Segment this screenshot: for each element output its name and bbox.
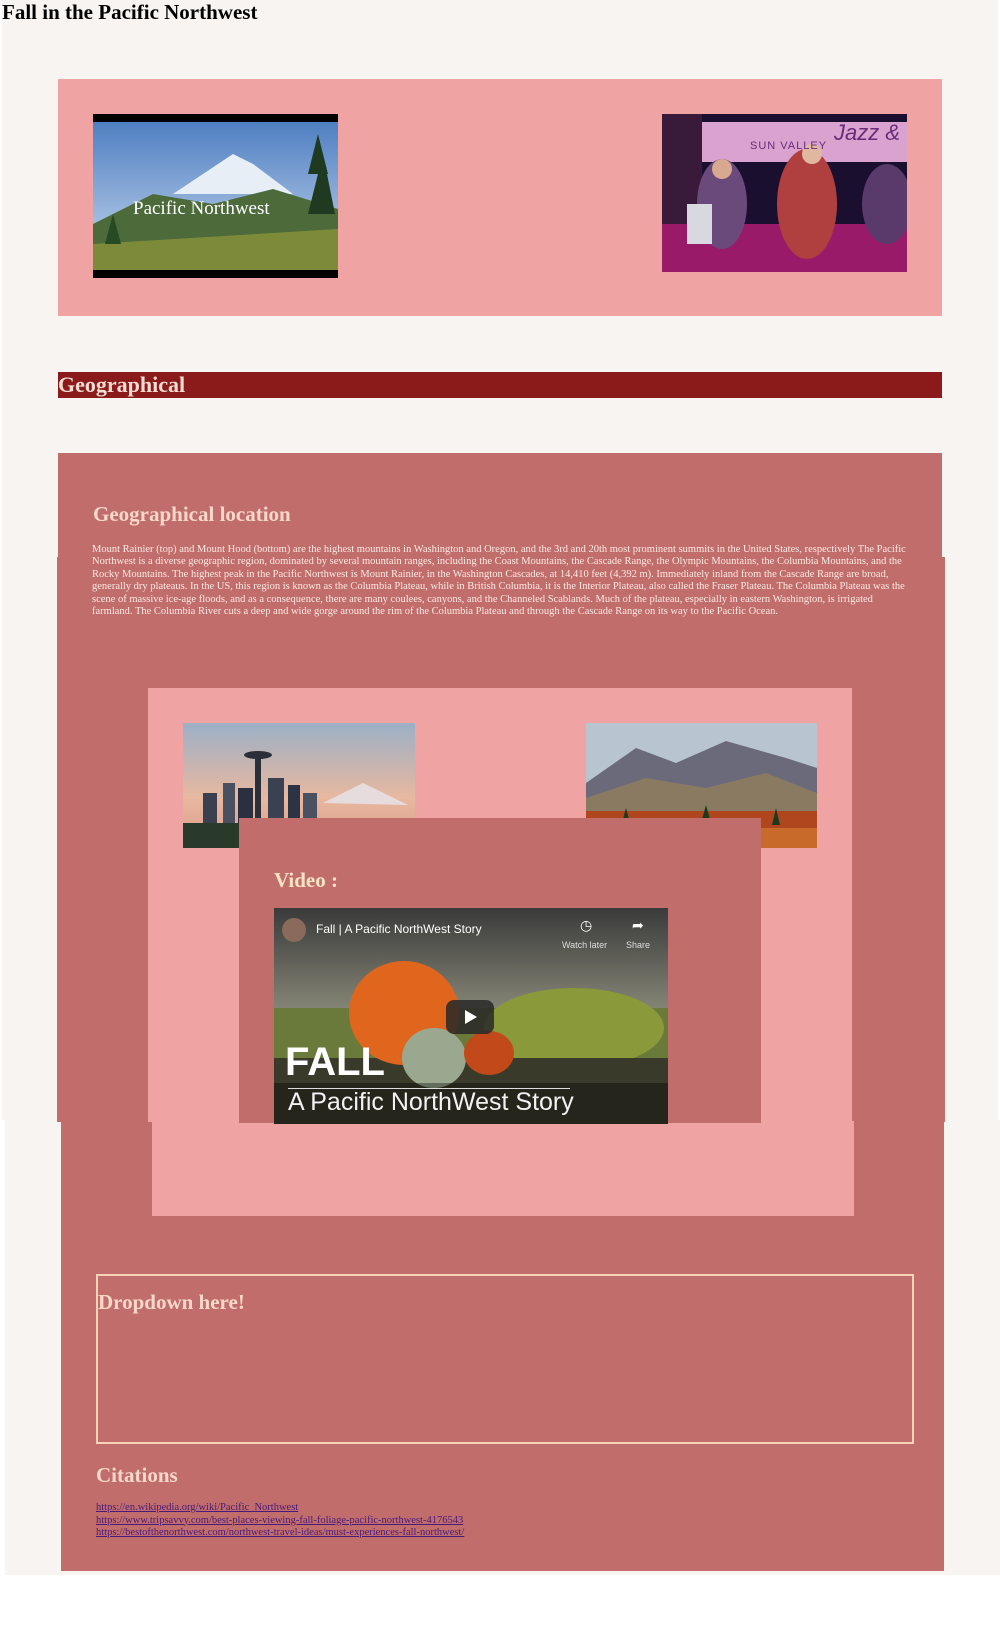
citation-link-wikipedia[interactable]: https://en.wikipedia.org/wiki/Pacific_No… <box>96 1502 464 1515</box>
clock-icon[interactable]: ◷ <box>580 918 592 935</box>
gallery-frame-lower <box>152 1121 854 1216</box>
page-title: Fall in the Pacific Northwest <box>2 0 258 24</box>
share-icon[interactable]: ➦ <box>632 918 644 935</box>
geographical-paragraph: Mount Rainier (top) and Mount Hood (bott… <box>92 544 906 618</box>
watch-later-button[interactable]: Watch later <box>562 940 607 950</box>
video-overlay-subtitle: A Pacific NorthWest Story <box>288 1088 574 1116</box>
citation-link-bestofthenorthwest[interactable]: https://bestofthenorthwest.com/northwest… <box>96 1527 464 1540</box>
citations-list: https://en.wikipedia.org/wiki/Pacific_No… <box>96 1502 464 1540</box>
photo-caption: Pacific Northwest <box>133 198 270 219</box>
jazz-sign-subtext: SUN VALLEY <box>750 140 828 152</box>
video-label: Video : <box>274 868 338 892</box>
video-overlay-title: FALL <box>285 1040 385 1084</box>
dropdown-label[interactable]: Dropdown here! <box>98 1290 245 1315</box>
citation-link-tripsavvy[interactable]: https://www.tripsavvy.com/best-places-vi… <box>96 1515 464 1528</box>
play-icon[interactable] <box>446 1000 494 1034</box>
jazz-sign-text: Jazz & <box>834 120 901 145</box>
pacific-northwest-photo <box>93 114 338 278</box>
share-button[interactable]: Share <box>626 940 650 950</box>
citations-heading: Citations <box>96 1463 178 1487</box>
video-player-title[interactable]: Fall | A Pacific NorthWest Story <box>316 922 482 936</box>
dropdown-box[interactable]: Dropdown here! <box>96 1274 914 1444</box>
geographical-section-bar: Geographical <box>58 372 942 398</box>
geographical-heading: Geographical location <box>93 502 291 526</box>
